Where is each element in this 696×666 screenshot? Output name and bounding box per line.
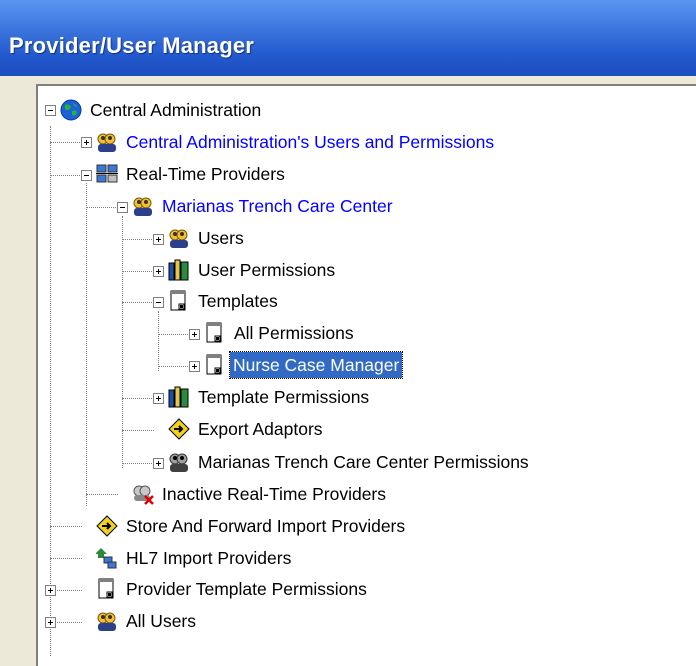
expand-toggle[interactable] — [153, 458, 164, 469]
hl7-import-icon — [96, 548, 117, 569]
users-icon — [97, 612, 116, 631]
tree-item-label: All Users — [126, 611, 197, 631]
expand-toggle[interactable] — [81, 137, 92, 148]
tree-item-label: Template Permissions — [198, 387, 370, 407]
expand-toggle[interactable] — [45, 585, 56, 596]
document-icon — [170, 290, 186, 311]
document-icon — [206, 354, 222, 375]
diamond-arrow-icon — [168, 418, 190, 440]
users-icon — [169, 229, 188, 248]
tree-item-label: Central Administration's Users and Permi… — [126, 132, 495, 152]
expand-toggle[interactable] — [153, 266, 164, 277]
books-icon — [168, 386, 189, 408]
title-bar: Provider/User Manager — [0, 0, 696, 76]
inactive-users-icon — [133, 485, 154, 505]
collapse-toggle[interactable] — [81, 170, 92, 181]
tree-item-label: User Permissions — [198, 260, 336, 280]
users-icon — [133, 197, 152, 216]
provider-tree[interactable]: Central Administration Central Administr… — [36, 84, 696, 666]
document-icon — [98, 578, 114, 599]
expand-toggle[interactable] — [189, 329, 200, 340]
tree-item-label: Store And Forward Import Providers — [126, 516, 406, 536]
collapse-toggle[interactable] — [153, 297, 164, 308]
expand-toggle[interactable] — [189, 361, 200, 372]
expand-toggle[interactable] — [153, 234, 164, 245]
users-gray-icon — [169, 453, 188, 472]
tree-item-label: HL7 Import Providers — [126, 548, 292, 568]
books-icon — [168, 259, 189, 281]
window-title: Provider/User Manager — [9, 33, 255, 58]
collapse-toggle[interactable] — [117, 202, 128, 213]
diamond-arrow-icon — [96, 515, 118, 537]
tree-item-label: Templates — [198, 291, 278, 311]
tree-item-label: Export Adaptors — [198, 419, 323, 439]
tree-item-label: All Permissions — [234, 323, 354, 343]
tree-item-label: Real-Time Providers — [126, 164, 285, 184]
users-icon — [97, 133, 116, 152]
collapse-toggle[interactable] — [45, 105, 56, 116]
document-icon — [206, 322, 222, 343]
tree-item-label: Central Administration — [90, 100, 262, 120]
network-computers-icon — [96, 164, 118, 183]
tree-item-label: Marianas Trench Care Center — [162, 196, 393, 216]
expand-toggle[interactable] — [45, 617, 56, 628]
tree-item-label: Marianas Trench Care Center Permissions — [198, 452, 529, 472]
tree-item-label-selected: Nurse Case Manager — [228, 351, 404, 379]
tree-item-label: Provider Template Permissions — [126, 579, 367, 599]
tree-item-label: Users — [198, 228, 244, 248]
tree-item-label: Inactive Real-Time Providers — [162, 484, 387, 504]
globe-icon — [60, 99, 82, 121]
expand-toggle[interactable] — [153, 393, 164, 404]
